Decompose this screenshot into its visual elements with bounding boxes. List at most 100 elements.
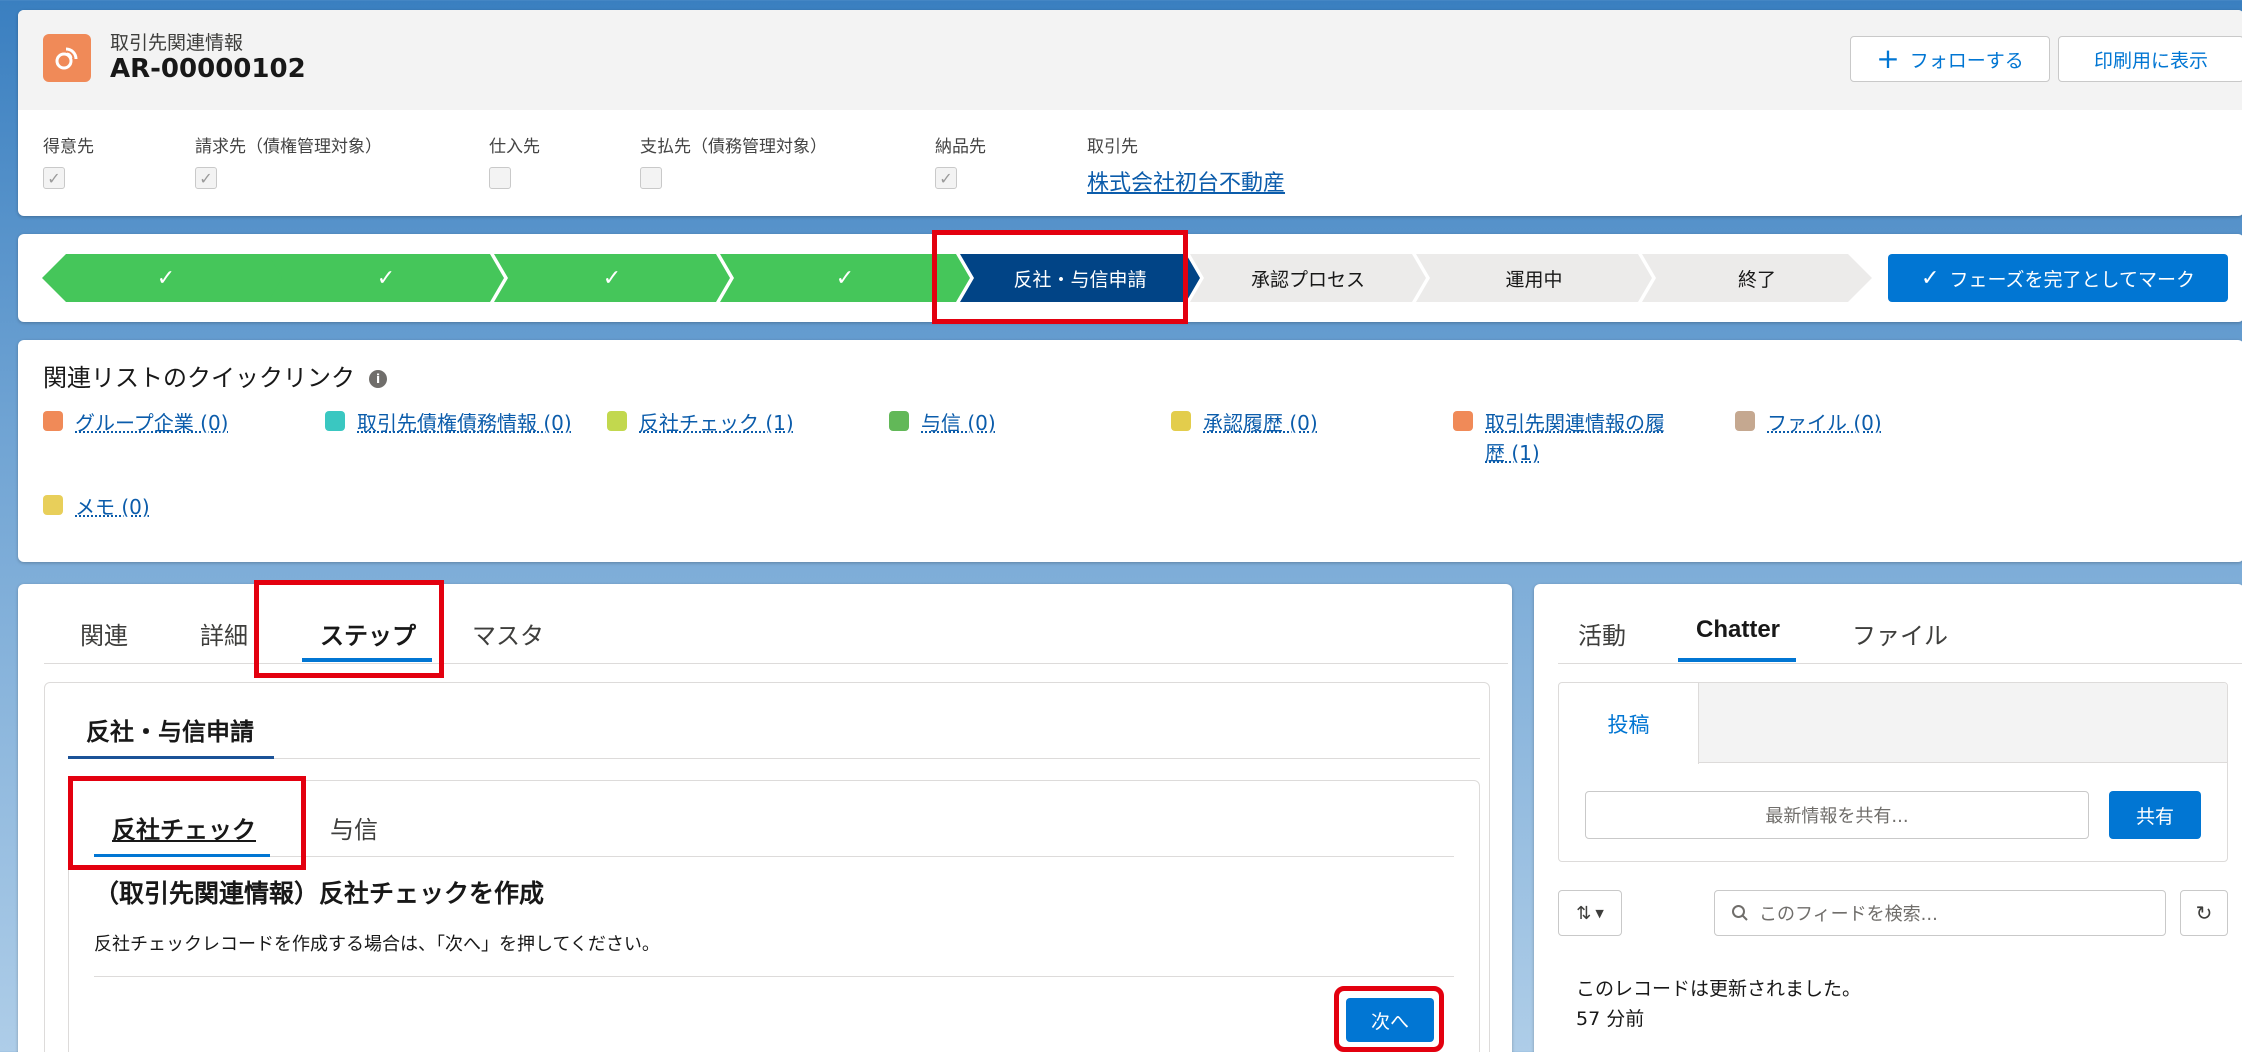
chatter-publisher: 投稿 最新情報を共有... 共有 bbox=[1558, 682, 2228, 862]
sort-button[interactable]: ⇅ ▼ bbox=[1558, 890, 1622, 936]
receivables-icon bbox=[325, 411, 345, 431]
sort-icon: ⇅ bbox=[1576, 902, 1592, 924]
divider bbox=[94, 856, 1454, 857]
related-quick-links: 関連リストのクイックリンク i グループ企業 (0) 取引先債権債務情報 (0)… bbox=[18, 340, 2242, 562]
approval-icon bbox=[1171, 411, 1191, 431]
note-icon bbox=[43, 495, 63, 515]
tab-post[interactable]: 投稿 bbox=[1559, 683, 1699, 764]
divider bbox=[94, 976, 1454, 977]
subtab-indicator bbox=[94, 854, 270, 857]
record-header: 取引先関連情報 AR-00000102 + フォローする 印刷用に表示 得意先 … bbox=[18, 10, 2242, 216]
quick-links-title: 関連リストのクイックリンク i bbox=[43, 358, 387, 393]
path-step-current[interactable]: 反社・与信申請 bbox=[960, 254, 1200, 302]
quick-link-approval-history[interactable]: 承認履歴 (0) bbox=[1171, 408, 1318, 438]
tab-activity[interactable]: 活動 bbox=[1578, 616, 1626, 651]
path-step-completed[interactable]: ✓ bbox=[720, 254, 970, 302]
quick-link-label: 承認履歴 (0) bbox=[1203, 411, 1318, 435]
quick-link-label: 与信 (0) bbox=[921, 411, 996, 435]
record-tabs: 関連 詳細 ステップ マスタ bbox=[44, 584, 1508, 664]
path-step-end[interactable]: 終了 bbox=[1642, 254, 1872, 302]
step-heading: （取引先関連情報）反社チェックを作成 bbox=[94, 879, 545, 908]
info-icon[interactable]: i bbox=[369, 369, 387, 388]
chevron-down-icon: ▼ bbox=[1595, 906, 1604, 920]
divider bbox=[68, 758, 1480, 759]
tab-master[interactable]: マスタ bbox=[472, 616, 544, 651]
group-icon bbox=[43, 411, 63, 431]
follow-button[interactable]: + フォローする bbox=[1850, 36, 2050, 82]
account-link[interactable]: 株式会社初台不動産 bbox=[1087, 165, 1285, 197]
plus-icon: + bbox=[1876, 42, 1900, 75]
check-icon: ✓ bbox=[602, 265, 622, 291]
field-billing: 請求先（債権管理対象） ✓ bbox=[195, 132, 382, 189]
quick-link-label-line2: 歴 (1) bbox=[1485, 441, 1540, 465]
quick-link-history[interactable]: 取引先関連情報の履 歴 (1) bbox=[1453, 408, 1665, 468]
main-content: 関連 詳細 ステップ マスタ 反社・与信申請 反社チェック 与信 （取引先関連情… bbox=[18, 584, 1512, 1052]
tab-related[interactable]: 関連 bbox=[80, 616, 128, 651]
field-account: 取引先 株式会社初台不動産 bbox=[1087, 132, 1285, 197]
active-tab-indicator bbox=[1678, 658, 1796, 662]
active-tab-indicator bbox=[302, 658, 432, 662]
field-label: 得意先 bbox=[43, 137, 94, 157]
follow-label: フォローする bbox=[1909, 49, 2024, 72]
file-icon bbox=[1735, 411, 1755, 431]
check-icon: ✓ bbox=[376, 265, 396, 291]
path-step-approval[interactable]: 承認プロセス bbox=[1190, 254, 1426, 302]
print-label: 印刷用に表示 bbox=[2093, 49, 2208, 72]
tab-files[interactable]: ファイル bbox=[1852, 616, 1948, 651]
refresh-button[interactable]: ↻ bbox=[2180, 890, 2228, 936]
check-icon: ✓ bbox=[156, 265, 176, 291]
print-view-button[interactable]: 印刷用に表示 bbox=[2058, 36, 2242, 82]
path-step-completed[interactable]: ✓ bbox=[268, 254, 504, 302]
path-step-operating[interactable]: 運用中 bbox=[1416, 254, 1652, 302]
subtab-antisocial-check[interactable]: 反社チェック bbox=[112, 810, 256, 845]
share-button[interactable]: 共有 bbox=[2109, 791, 2201, 839]
quick-link-group-companies[interactable]: グループ企業 (0) bbox=[43, 408, 229, 438]
quick-link-label: 反社チェック (1) bbox=[639, 411, 794, 435]
field-customer: 得意先 ✓ bbox=[43, 132, 94, 189]
side-tabs: 活動 Chatter ファイル bbox=[1558, 584, 2242, 664]
next-button[interactable]: 次へ bbox=[1346, 998, 1434, 1042]
object-label: 取引先関連情報 bbox=[110, 32, 244, 54]
checkbox-checked: ✓ bbox=[43, 167, 65, 189]
tab-chatter[interactable]: Chatter bbox=[1696, 616, 1780, 644]
check-record-icon bbox=[607, 411, 627, 431]
side-panel: 活動 Chatter ファイル 投稿 最新情報を共有... 共有 ⇅ ▼ このフ… bbox=[1534, 584, 2242, 1052]
header-top: 取引先関連情報 AR-00000102 + フォローする 印刷用に表示 bbox=[18, 10, 2242, 110]
field-payee: 支払先（債務管理対象） bbox=[640, 132, 827, 189]
check-icon: ✓ bbox=[835, 265, 855, 291]
path-bar: ✓ ✓ ✓ ✓ 反社・与信申請 承認プロセス 運用中 終了 ✓ フェーズを完了と… bbox=[18, 234, 2242, 322]
checkbox-unchecked bbox=[489, 167, 511, 189]
object-icon bbox=[43, 34, 91, 82]
field-supplier: 仕入先 bbox=[489, 132, 540, 189]
field-label: 仕入先 bbox=[489, 137, 540, 157]
quick-link-antisocial-check[interactable]: 反社チェック (1) bbox=[607, 408, 794, 438]
quick-link-credit[interactable]: 与信 (0) bbox=[889, 408, 996, 438]
checkbox-unchecked bbox=[640, 167, 662, 189]
quick-link-files[interactable]: ファイル (0) bbox=[1735, 408, 1882, 438]
quick-links-title-text: 関連リストのクイックリンク bbox=[43, 364, 355, 392]
tab-steps[interactable]: ステップ bbox=[320, 616, 416, 651]
path-step-completed[interactable]: ✓ bbox=[494, 254, 730, 302]
mark-complete-button[interactable]: ✓ フェーズを完了としてマーク bbox=[1888, 254, 2228, 302]
share-input[interactable]: 最新情報を共有... bbox=[1585, 791, 2089, 839]
quick-link-receivables[interactable]: 取引先債権債務情報 (0) bbox=[325, 408, 572, 438]
feed-search-input[interactable]: このフィードを検索... bbox=[1714, 890, 2166, 936]
check-icon: ✓ bbox=[1921, 265, 1940, 291]
subtab-credit[interactable]: 与信 bbox=[330, 810, 378, 845]
checkbox-checked: ✓ bbox=[935, 167, 957, 189]
quick-link-notes[interactable]: メモ (0) bbox=[43, 492, 150, 522]
path-step-completed[interactable]: ✓ bbox=[42, 254, 290, 302]
field-delivery: 納品先 ✓ bbox=[935, 132, 986, 189]
path-steps: ✓ ✓ ✓ ✓ 反社・与信申請 承認プロセス 運用中 終了 bbox=[42, 254, 1872, 302]
search-placeholder: このフィードを検索... bbox=[1759, 904, 1938, 925]
quick-link-label: ファイル (0) bbox=[1767, 411, 1882, 435]
step-inner-card bbox=[68, 780, 1480, 1052]
credit-icon bbox=[889, 411, 909, 431]
tab-details[interactable]: 詳細 bbox=[200, 616, 248, 651]
field-label: 取引先 bbox=[1087, 137, 1138, 157]
mark-complete-label: フェーズを完了としてマーク bbox=[1949, 268, 2195, 291]
search-icon bbox=[1732, 905, 1748, 921]
quick-link-label: 取引先債権債務情報 (0) bbox=[357, 411, 572, 435]
feed-item-text: このレコードは更新されました。 bbox=[1576, 978, 1862, 1000]
feed-item-time: 57 分前 bbox=[1576, 1008, 1645, 1030]
